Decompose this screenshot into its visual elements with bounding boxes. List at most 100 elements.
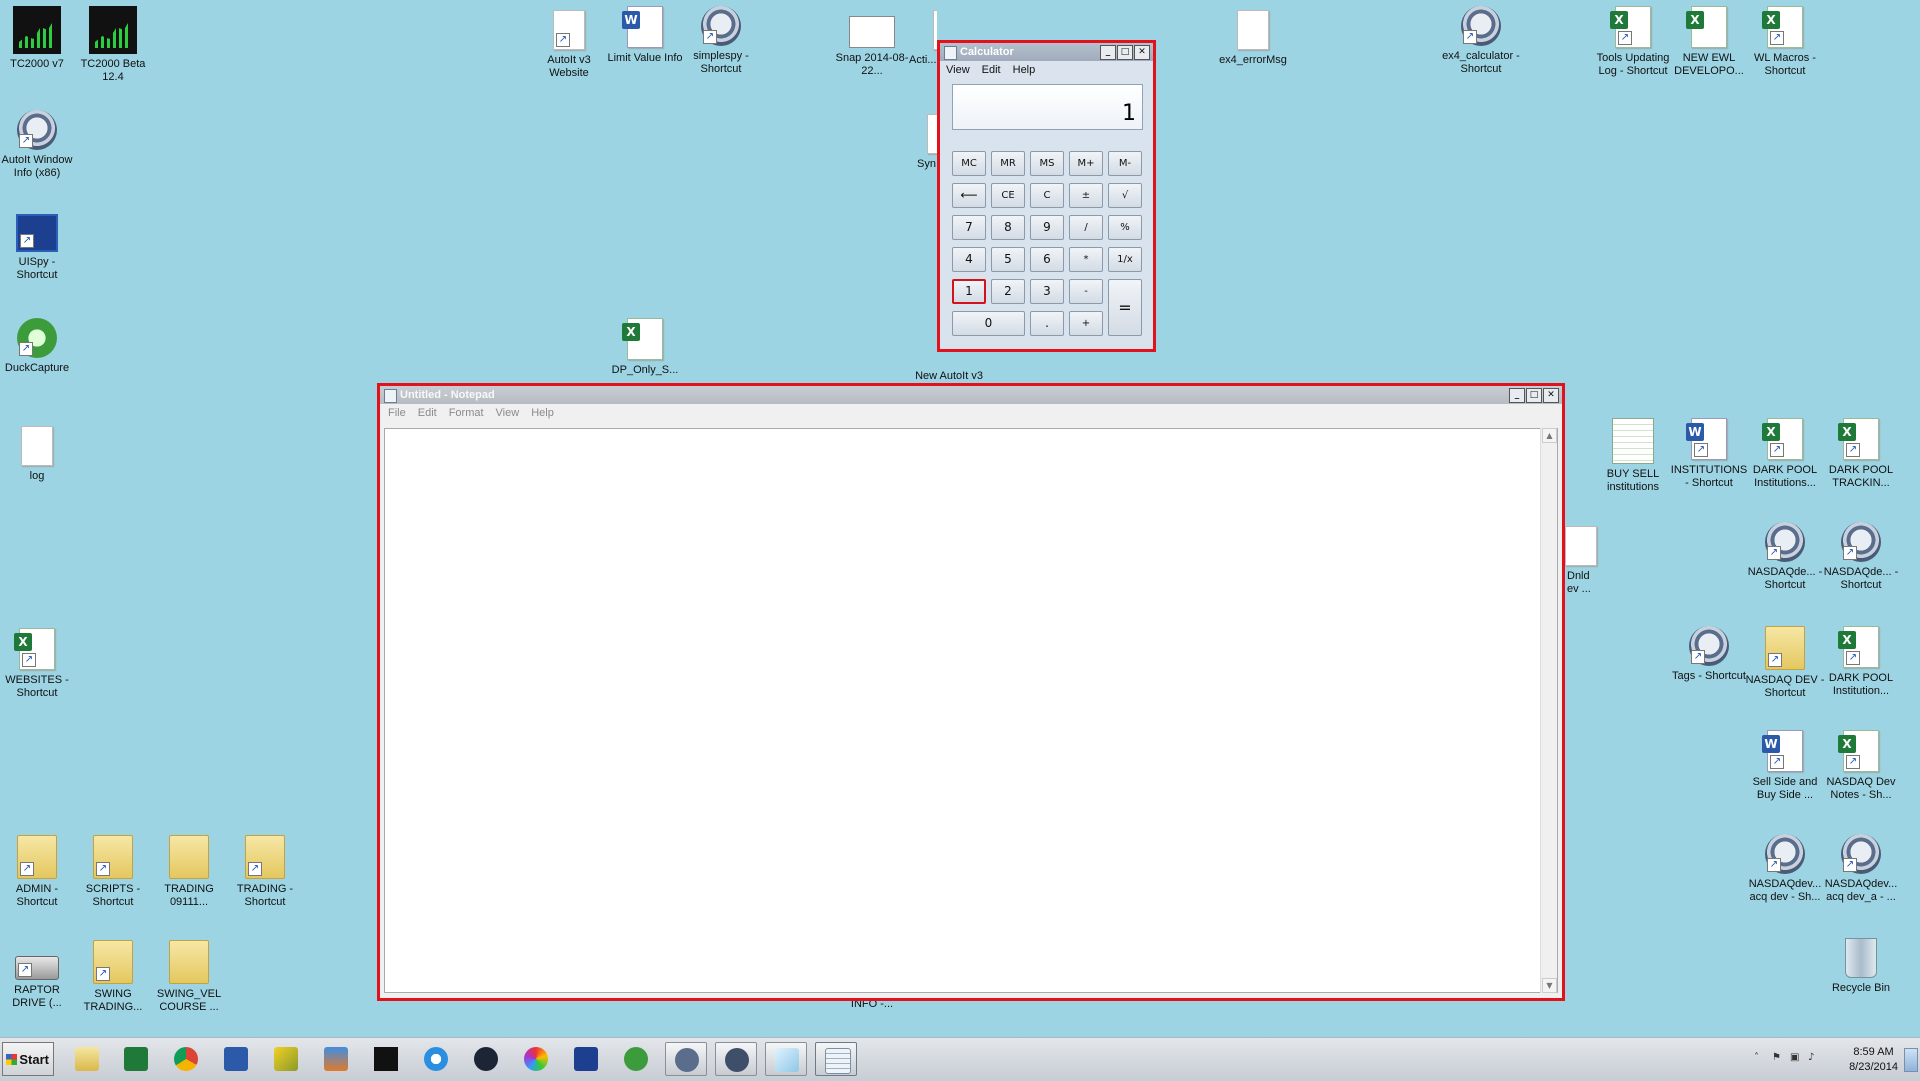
desktop-icon-acti[interactable]: Acti...	[907, 6, 937, 67]
key-equals[interactable]: =	[1108, 279, 1142, 336]
desktop-icon-tc2000-beta[interactable]: TC2000 Beta 12.4	[71, 6, 155, 84]
key-subtract[interactable]: -	[1069, 279, 1103, 304]
key-0[interactable]: 0	[952, 311, 1025, 336]
desktop-icon-limit-value-info[interactable]: Limit Value Info	[603, 6, 687, 65]
taskbar-explorer[interactable]	[66, 1042, 108, 1076]
key-4[interactable]: 4	[952, 247, 986, 272]
desktop-icon-institutions[interactable]: ↗ INSTITUTIONS - Shortcut	[1667, 418, 1751, 490]
desktop-icon-tags[interactable]: ↗ Tags - Shortcut	[1667, 626, 1751, 683]
desktop-icon-nasdaqde-1[interactable]: ↗ NASDAQde... - Shortcut	[1743, 522, 1827, 592]
desktop-icon-trading[interactable]: ↗ TRADING - Shortcut	[223, 835, 307, 909]
key-9[interactable]: 9	[1030, 215, 1064, 240]
maximize-button[interactable]: □	[1526, 388, 1542, 403]
desktop-icon-nasdaqde-2[interactable]: ↗ NASDAQde... - Shortcut	[1819, 522, 1903, 592]
desktop-icon-wl-macros[interactable]: ↗ WL Macros - Shortcut	[1743, 6, 1827, 78]
desktop-icon-dp-only[interactable]: DP_Only_S...	[603, 318, 687, 377]
taskbar-tool[interactable]	[265, 1042, 307, 1076]
menu-help[interactable]: Help	[1013, 64, 1036, 76]
key-multiply[interactable]: *	[1069, 247, 1103, 272]
taskbar-uispy[interactable]	[565, 1042, 607, 1076]
desktop-icon-dark-pool-institutions[interactable]: ↗ DARK POOL Institutions...	[1743, 418, 1827, 490]
clock[interactable]: 8:59 AM 8/23/2014	[1849, 1045, 1898, 1075]
key-c[interactable]: C	[1030, 183, 1064, 208]
desktop-icon-raptor-drive[interactable]: ↗ RAPTOR DRIVE (...	[0, 940, 79, 1010]
scroll-down-icon[interactable]: ▼	[1542, 978, 1557, 993]
desktop-icon-swing-vel-course[interactable]: SWING_VEL COURSE ...	[147, 940, 231, 1014]
desktop-icon-autoit-website[interactable]: ↗ AutoIt v3 Website	[527, 6, 611, 80]
key-plus-minus[interactable]: ±	[1069, 183, 1103, 208]
show-hidden-icons-icon[interactable]: ˄	[1754, 1052, 1766, 1064]
minimize-button[interactable]: _	[1100, 45, 1116, 60]
taskbar-word[interactable]	[215, 1042, 257, 1076]
scroll-up-icon[interactable]: ▲	[1542, 428, 1557, 443]
desktop-icon-websites[interactable]: ↗ WEBSITES - Shortcut	[0, 628, 79, 700]
menu-format[interactable]: Format	[449, 407, 484, 419]
taskbar-excel[interactable]	[115, 1042, 157, 1076]
desktop-icon-nasdaqdev-acq-dev[interactable]: ↗ NASDAQdev... acq dev - Sh...	[1743, 834, 1827, 904]
key-mc[interactable]: MC	[952, 151, 986, 176]
menu-file[interactable]: File	[388, 407, 406, 419]
volume-icon[interactable]: ♪	[1808, 1052, 1820, 1064]
key-m-minus[interactable]: M-	[1108, 151, 1142, 176]
desktop-icon-ex4-calculator[interactable]: ↗ ex4_calculator - Shortcut	[1439, 6, 1523, 76]
key-m-plus[interactable]: M+	[1069, 151, 1103, 176]
taskbar-chrome[interactable]	[165, 1042, 207, 1076]
key-6[interactable]: 6	[1030, 247, 1064, 272]
desktop-icon-dnld-dev[interactable]: Dnld ev ...	[1565, 522, 1599, 596]
key-ce[interactable]: CE	[991, 183, 1025, 208]
notepad-text-area[interactable]	[384, 428, 1558, 993]
menu-help[interactable]: Help	[531, 407, 554, 419]
taskbar-tc2000[interactable]	[365, 1042, 407, 1076]
desktop-icon-ex4-errormsg[interactable]: ex4_errorMsg	[1211, 6, 1295, 67]
desktop-icon-nasdaq-dev-notes[interactable]: ↗ NASDAQ Dev Notes - Sh...	[1819, 730, 1903, 802]
key-reciprocal[interactable]: 1/x	[1108, 247, 1142, 272]
desktop-icon-buy-sell-institutions[interactable]: BUY SELL institutions	[1591, 418, 1675, 494]
taskbar-duckcapture[interactable]	[615, 1042, 657, 1076]
menu-view[interactable]: View	[946, 64, 970, 76]
close-button[interactable]: ✕	[1134, 45, 1150, 60]
key-decimal[interactable]: .	[1030, 311, 1064, 336]
taskbar-autoit[interactable]	[665, 1042, 707, 1076]
key-mr[interactable]: MR	[991, 151, 1025, 176]
desktop-icon-log[interactable]: log	[0, 422, 79, 483]
taskbar-media[interactable]	[465, 1042, 507, 1076]
desktop-icon-sell-side-buy-side[interactable]: ↗ Sell Side and Buy Side ...	[1743, 730, 1827, 802]
key-3[interactable]: 3	[1030, 279, 1064, 304]
desktop-icon-new-ewl[interactable]: NEW EWL DEVELOPO...	[1667, 6, 1751, 78]
start-button[interactable]: Start	[2, 1042, 54, 1076]
show-desktop-button[interactable]	[1904, 1048, 1918, 1072]
menu-view[interactable]: View	[496, 407, 520, 419]
desktop-icon-duckcapture[interactable]: ↗ DuckCapture	[0, 318, 79, 375]
vertical-scrollbar[interactable]: ▲ ▼	[1540, 428, 1557, 993]
desktop-icon-uispy[interactable]: ↗ UISpy - Shortcut	[0, 214, 79, 282]
desktop-icon-simplespy[interactable]: ↗ simplespy - Shortcut	[679, 6, 763, 76]
desktop-icon-syn[interactable]: Syn...	[915, 110, 937, 171]
key-percent[interactable]: %	[1108, 215, 1142, 240]
desktop-icon-scripts[interactable]: ↗ SCRIPTS - Shortcut	[71, 835, 155, 909]
key-add[interactable]: +	[1069, 311, 1103, 336]
network-icon[interactable]: ▣	[1790, 1052, 1802, 1064]
taskbar-calculator[interactable]	[815, 1042, 857, 1076]
taskbar-outlook[interactable]	[315, 1042, 357, 1076]
notepad-window[interactable]: Untitled - Notepad _ □ ✕ File Edit Forma…	[377, 383, 1565, 1001]
key-8[interactable]: 8	[991, 215, 1025, 240]
desktop-icon-snap[interactable]: Snap 2014-08-22...	[830, 6, 914, 78]
key-ms[interactable]: MS	[1030, 151, 1064, 176]
taskbar-notepad[interactable]	[765, 1042, 807, 1076]
desktop-icon-dark-pool-institution[interactable]: ↗ DARK POOL Institution...	[1819, 626, 1903, 698]
action-center-icon[interactable]: ⚑	[1772, 1052, 1784, 1064]
key-backspace[interactable]: ⟵	[952, 183, 986, 208]
minimize-button[interactable]: _	[1509, 388, 1525, 403]
desktop-icon-tools-updating-log[interactable]: ↗ Tools Updating Log - Shortcut	[1591, 6, 1675, 78]
key-sqrt[interactable]: √	[1108, 183, 1142, 208]
menu-edit[interactable]: Edit	[418, 407, 437, 419]
calculator-titlebar[interactable]: Calculator _ □ ✕	[940, 43, 1153, 61]
desktop-icon-dark-pool-tracking[interactable]: ↗ DARK POOL TRACKIN...	[1819, 418, 1903, 490]
desktop-icon-nasdaqdev-acq-dev-a[interactable]: ↗ NASDAQdev... acq dev_a - ...	[1819, 834, 1903, 904]
key-1[interactable]: 1	[952, 279, 986, 304]
desktop-icon-nasdaq-dev[interactable]: ↗ NASDAQ DEV - Shortcut	[1743, 626, 1827, 700]
key-divide[interactable]: /	[1069, 215, 1103, 240]
calculator-window[interactable]: Calculator _ □ ✕ View Edit Help 1 MC MR …	[937, 40, 1156, 352]
taskbar-ie[interactable]	[415, 1042, 457, 1076]
desktop-icon-autoit-window-info[interactable]: ↗ AutoIt Window Info (x86)	[0, 110, 79, 180]
